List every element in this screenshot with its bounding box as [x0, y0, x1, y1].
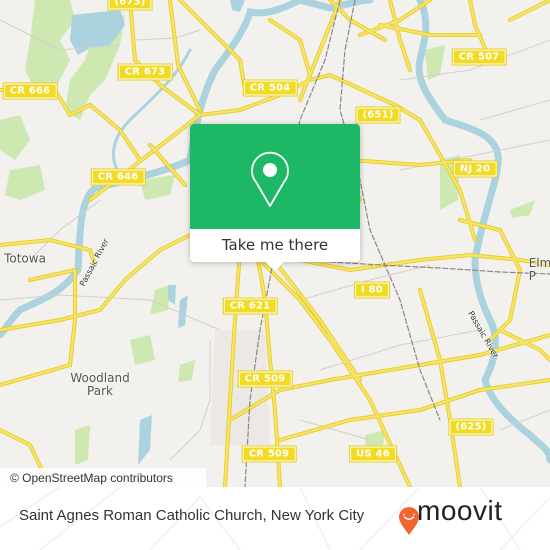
road — [498, 328, 550, 362]
place-label-totowa: Totowa — [4, 251, 46, 266]
road-shield-cr673: CR 673 — [117, 63, 173, 81]
take-me-there-button[interactable]: Take me there — [190, 229, 360, 262]
map-attribution[interactable]: © OpenStreetMap contributors — [0, 468, 206, 487]
moovit-logo-text[interactable]: moovit — [417, 495, 502, 527]
popup-pointer — [265, 261, 285, 271]
minor-road — [169, 340, 211, 461]
place-label-elmwood-park: Elm P — [528, 256, 550, 283]
road-shield-cr507: CR 507 — [451, 48, 507, 66]
map-pin-icon — [251, 151, 289, 207]
road-shield-cr666: CR 666 — [2, 82, 58, 100]
road-shield-cr621: CR 621 — [222, 297, 278, 315]
road-shield-673-top: (673) — [107, 0, 153, 11]
minor-road — [134, 29, 201, 41]
footer-bar: Saint Agnes Roman Catholic Church, New Y… — [0, 487, 550, 550]
location-title: Saint Agnes Roman Catholic Church, New Y… — [19, 507, 365, 524]
road — [298, 0, 342, 102]
road-us46 — [278, 378, 550, 442]
urban-area — [210, 330, 270, 445]
road-shield-cr646: CR 646 — [90, 168, 146, 186]
pond — [178, 295, 188, 328]
road — [508, 0, 550, 22]
road-shield-nj20: NJ 20 — [452, 160, 498, 178]
road-shield-i80: I 80 — [354, 281, 390, 299]
park-area — [178, 360, 195, 382]
location-popup[interactable]: Take me there — [190, 124, 360, 271]
park-area — [365, 430, 385, 446]
park-area — [75, 425, 90, 465]
road-shield-651: (651) — [355, 106, 401, 124]
map-view[interactable]: (673) CR 673 CR 666 CR 504 CR 507 (651) … — [0, 0, 550, 487]
road-shield-625: (625) — [448, 418, 494, 436]
minor-road — [479, 99, 550, 121]
pond — [168, 285, 176, 305]
road — [128, 0, 202, 117]
pond — [230, 0, 245, 12]
place-label-woodland-park: Woodland Park — [70, 371, 130, 398]
road-shield-cr509-south: CR 509 — [241, 445, 297, 463]
popup-header — [190, 124, 360, 229]
park-area — [150, 285, 170, 315]
park-area — [5, 165, 45, 200]
park-area — [0, 115, 30, 160]
pond — [138, 415, 152, 465]
road-shield-cr504: CR 504 — [242, 79, 298, 97]
park-area — [510, 200, 535, 218]
park-area — [130, 335, 155, 365]
road-shield-cr509-north: CR 509 — [237, 370, 293, 388]
road-shield-us46: US 46 — [349, 445, 397, 463]
